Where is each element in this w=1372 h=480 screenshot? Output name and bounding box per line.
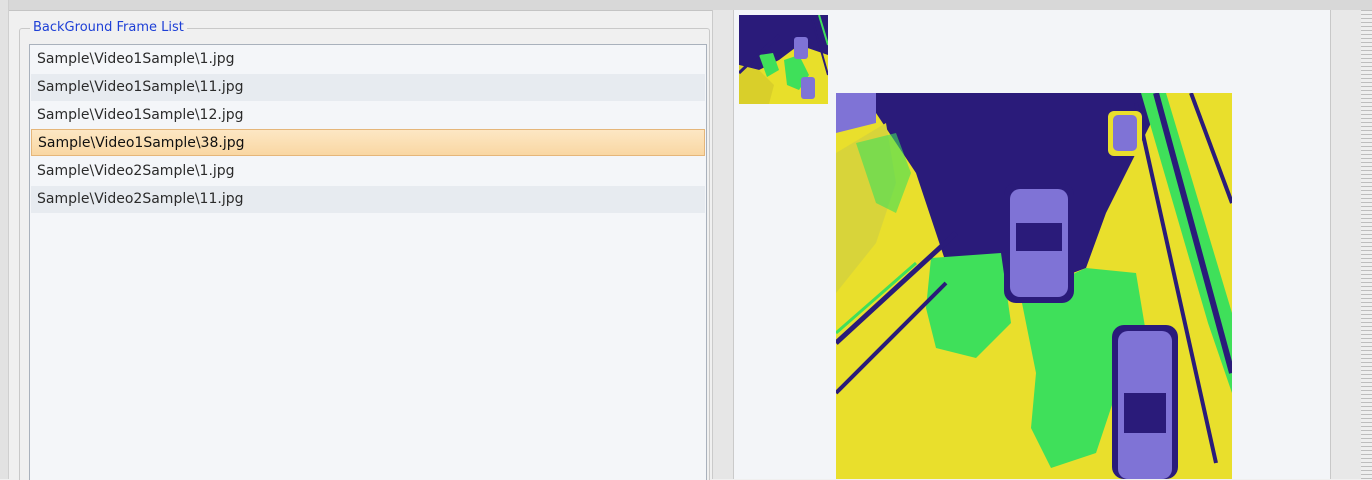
list-item[interactable]: Sample\Video1Sample\1.jpg [31,46,705,73]
window-left-border [0,0,9,479]
background-frame-listbox[interactable]: Sample\Video1Sample\1.jpg Sample\Video1S… [29,44,707,480]
vertical-scrollbar[interactable] [1361,10,1372,479]
frame-thumbnail[interactable] [739,15,828,104]
list-item[interactable]: Sample\Video1Sample\11.jpg [31,74,705,101]
list-item-selected[interactable]: Sample\Video1Sample\38.jpg [31,129,705,156]
background-frame-preview [836,93,1232,479]
list-item[interactable]: Sample\Video1Sample\12.jpg [31,102,705,129]
list-item[interactable]: Sample\Video2Sample\11.jpg [31,186,705,213]
panel-splitter[interactable] [712,10,734,479]
list-item[interactable]: Sample\Video2Sample\1.jpg [31,158,705,185]
groupbox-title: BackGround Frame List [30,19,187,37]
window-right-border [1330,10,1372,479]
